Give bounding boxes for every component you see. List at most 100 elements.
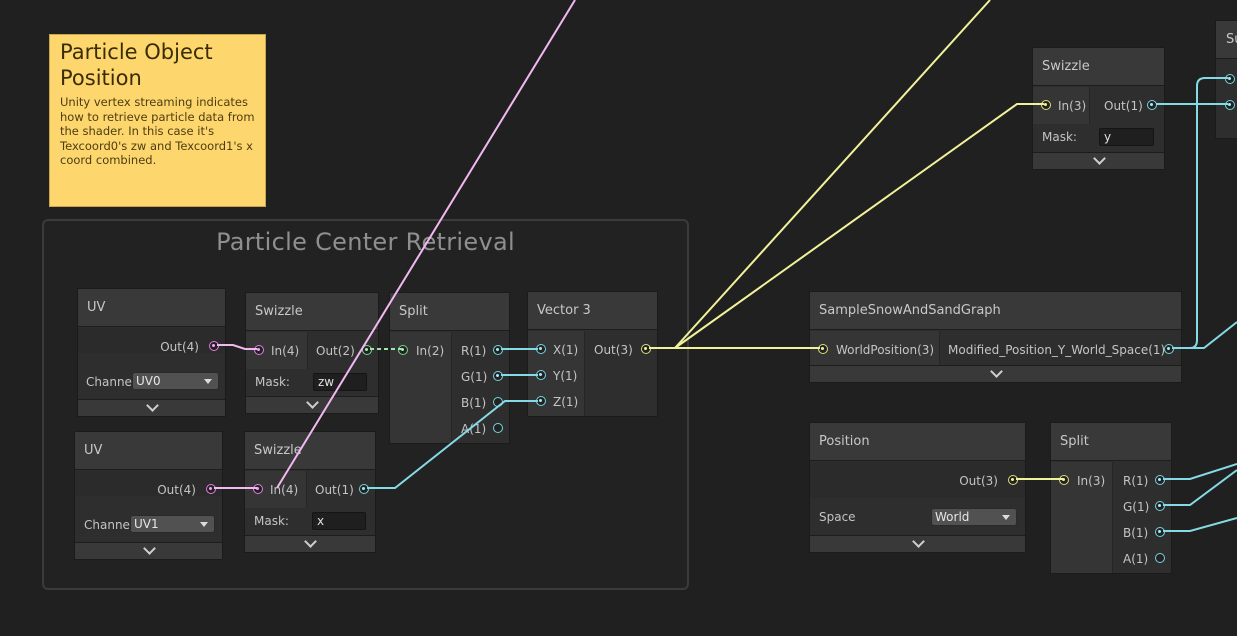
out-port-dot[interactable]	[1147, 100, 1157, 110]
swizzle-node-x[interactable]: Swizzle In(4) Out(1) Mask: x	[244, 431, 376, 553]
position-node[interactable]: Position Out(3) Space World	[809, 422, 1026, 553]
out-port-dot[interactable]	[206, 484, 216, 494]
out-port-label: Out(1)	[1104, 99, 1143, 113]
space-dropdown[interactable]: World	[931, 508, 1017, 526]
out-port-dot[interactable]	[359, 484, 369, 494]
in-port-dot[interactable]	[398, 345, 408, 355]
channel-dropdown[interactable]: UV1	[130, 515, 215, 533]
collapse-toggle[interactable]	[78, 399, 225, 416]
mask-label: Mask:	[255, 375, 290, 389]
out-port-dot-b[interactable]	[493, 397, 503, 407]
out-port-dot-g[interactable]	[1155, 501, 1165, 511]
out-port-label-b: B(1)	[461, 396, 487, 410]
out-port-dot-g[interactable]	[493, 371, 503, 381]
out-port-dot-a[interactable]	[493, 423, 503, 433]
out-port-label-r: R(1)	[461, 344, 487, 358]
node-title: Split	[390, 293, 509, 331]
wire-split-r-out[interactable]	[1163, 463, 1237, 480]
split-node-b[interactable]: Split In(3) R(1) G(1) B(1) A(1)	[1050, 422, 1172, 574]
wire-split-b-out[interactable]	[1163, 517, 1237, 532]
in-port-label: In(2)	[416, 344, 445, 358]
out-port-dot[interactable]	[209, 341, 219, 351]
in-port-dot[interactable]	[254, 345, 264, 355]
chevron-down-icon	[306, 396, 319, 409]
chevron-down-icon	[989, 365, 1003, 378]
out-port-label: Out(4)	[160, 340, 199, 354]
sample-snow-and-sand-graph-node[interactable]: SampleSnowAndSandGraph WorldPosition(3) …	[809, 291, 1182, 383]
chevron-down-icon	[200, 522, 208, 527]
out-port-label: Modified_Position_Y_World_Space(1)	[948, 343, 1166, 357]
out-port-label: Out(4)	[157, 483, 196, 497]
out-port-dot-r[interactable]	[1155, 475, 1165, 485]
node-title: Su	[1216, 21, 1237, 59]
out-port-dot-r[interactable]	[493, 345, 503, 355]
node-title: Swizzle	[1033, 48, 1164, 86]
channel-label: Channe	[86, 375, 132, 389]
mask-label: Mask:	[254, 514, 289, 528]
in-port-label-x: X(1)	[553, 343, 579, 357]
out-port-label-r: R(1)	[1123, 474, 1149, 488]
mask-label: Mask:	[1042, 130, 1077, 144]
channel-dropdown[interactable]: UV0	[132, 372, 219, 390]
out-port-dot[interactable]	[641, 344, 651, 354]
out-port-label: Out(2)	[316, 344, 355, 358]
channel-value: UV0	[136, 374, 161, 388]
out-port-dot-b[interactable]	[1155, 527, 1165, 537]
in-port-dot-1[interactable]	[1225, 74, 1235, 84]
uv-node-uv0[interactable]: UV Out(4) Channe UV0	[77, 288, 226, 417]
in-port-dot[interactable]	[1041, 100, 1051, 110]
split-node-a[interactable]: Split In(2) R(1) G(1) B(1) A(1)	[389, 292, 510, 444]
out-port-dot[interactable]	[362, 345, 372, 355]
in-port-label: In(4)	[271, 344, 300, 358]
out-port-dot-a[interactable]	[1155, 553, 1165, 563]
chevron-down-icon	[304, 535, 317, 548]
chevron-down-icon	[1002, 515, 1010, 520]
wire-split-g-out[interactable]	[1163, 469, 1237, 506]
out-port-label-a: A(1)	[461, 422, 487, 436]
sticky-note-body[interactable]: Unity vertex streaming indicates how to …	[60, 95, 255, 168]
collapse-toggle[interactable]	[1033, 152, 1164, 169]
collapse-toggle[interactable]	[246, 396, 378, 413]
in-port-dot[interactable]	[1059, 475, 1069, 485]
collapse-toggle[interactable]	[810, 535, 1025, 552]
channel-label: Channe	[84, 518, 130, 532]
in-port-dot-y[interactable]	[536, 370, 546, 380]
in-port-label: In(3)	[1058, 99, 1087, 113]
chevron-down-icon	[142, 542, 156, 555]
node-title: Swizzle	[245, 432, 375, 470]
in-port-label: WorldPosition(3)	[836, 343, 935, 357]
subgraph-node-partial[interactable]: Su	[1215, 20, 1237, 139]
out-port-label-b: B(1)	[1123, 526, 1149, 540]
in-port-dot[interactable]	[253, 484, 263, 494]
chevron-down-icon	[204, 379, 212, 384]
sticky-note-title[interactable]: Particle Object Position	[60, 39, 255, 91]
out-port-dot[interactable]	[1164, 344, 1174, 354]
mask-input[interactable]: x	[312, 512, 366, 530]
out-port-dot[interactable]	[1008, 475, 1018, 485]
vector3-node[interactable]: Vector 3 X(1) Y(1) Z(1) Out(3)	[527, 291, 658, 417]
sticky-note[interactable]: Particle Object Position Unity vertex st…	[49, 34, 266, 207]
in-port-label-z: Z(1)	[553, 395, 579, 409]
group-title[interactable]: Particle Center Retrieval	[44, 228, 687, 256]
uv-node-uv1[interactable]: UV Out(4) Channe UV1	[74, 431, 223, 560]
collapse-toggle[interactable]	[75, 542, 222, 559]
node-title: SampleSnowAndSandGraph	[810, 292, 1181, 330]
out-port-label-a: A(1)	[1123, 552, 1149, 566]
node-title: Vector 3	[528, 292, 657, 330]
node-title: Split	[1051, 423, 1171, 461]
in-port-label-y: Y(1)	[553, 369, 578, 383]
in-port-dot-z[interactable]	[536, 396, 546, 406]
wire-sample-out-right[interactable]	[1190, 321, 1237, 349]
mask-input[interactable]: zw	[313, 373, 367, 391]
in-port-dot-x[interactable]	[536, 344, 546, 354]
collapse-toggle[interactable]	[810, 365, 1181, 382]
out-port-label: Out(3)	[594, 343, 633, 357]
in-port-label: In(4)	[270, 483, 299, 497]
swizzle-node-y[interactable]: Swizzle In(3) Out(1) Mask: y	[1032, 47, 1165, 170]
chevron-down-icon	[911, 535, 925, 548]
in-port-dot-2[interactable]	[1225, 100, 1235, 110]
collapse-toggle[interactable]	[245, 535, 375, 552]
swizzle-node-zw[interactable]: Swizzle In(4) Out(2) Mask: zw	[245, 292, 379, 414]
in-port-dot[interactable]	[818, 344, 828, 354]
mask-input[interactable]: y	[1099, 128, 1154, 146]
